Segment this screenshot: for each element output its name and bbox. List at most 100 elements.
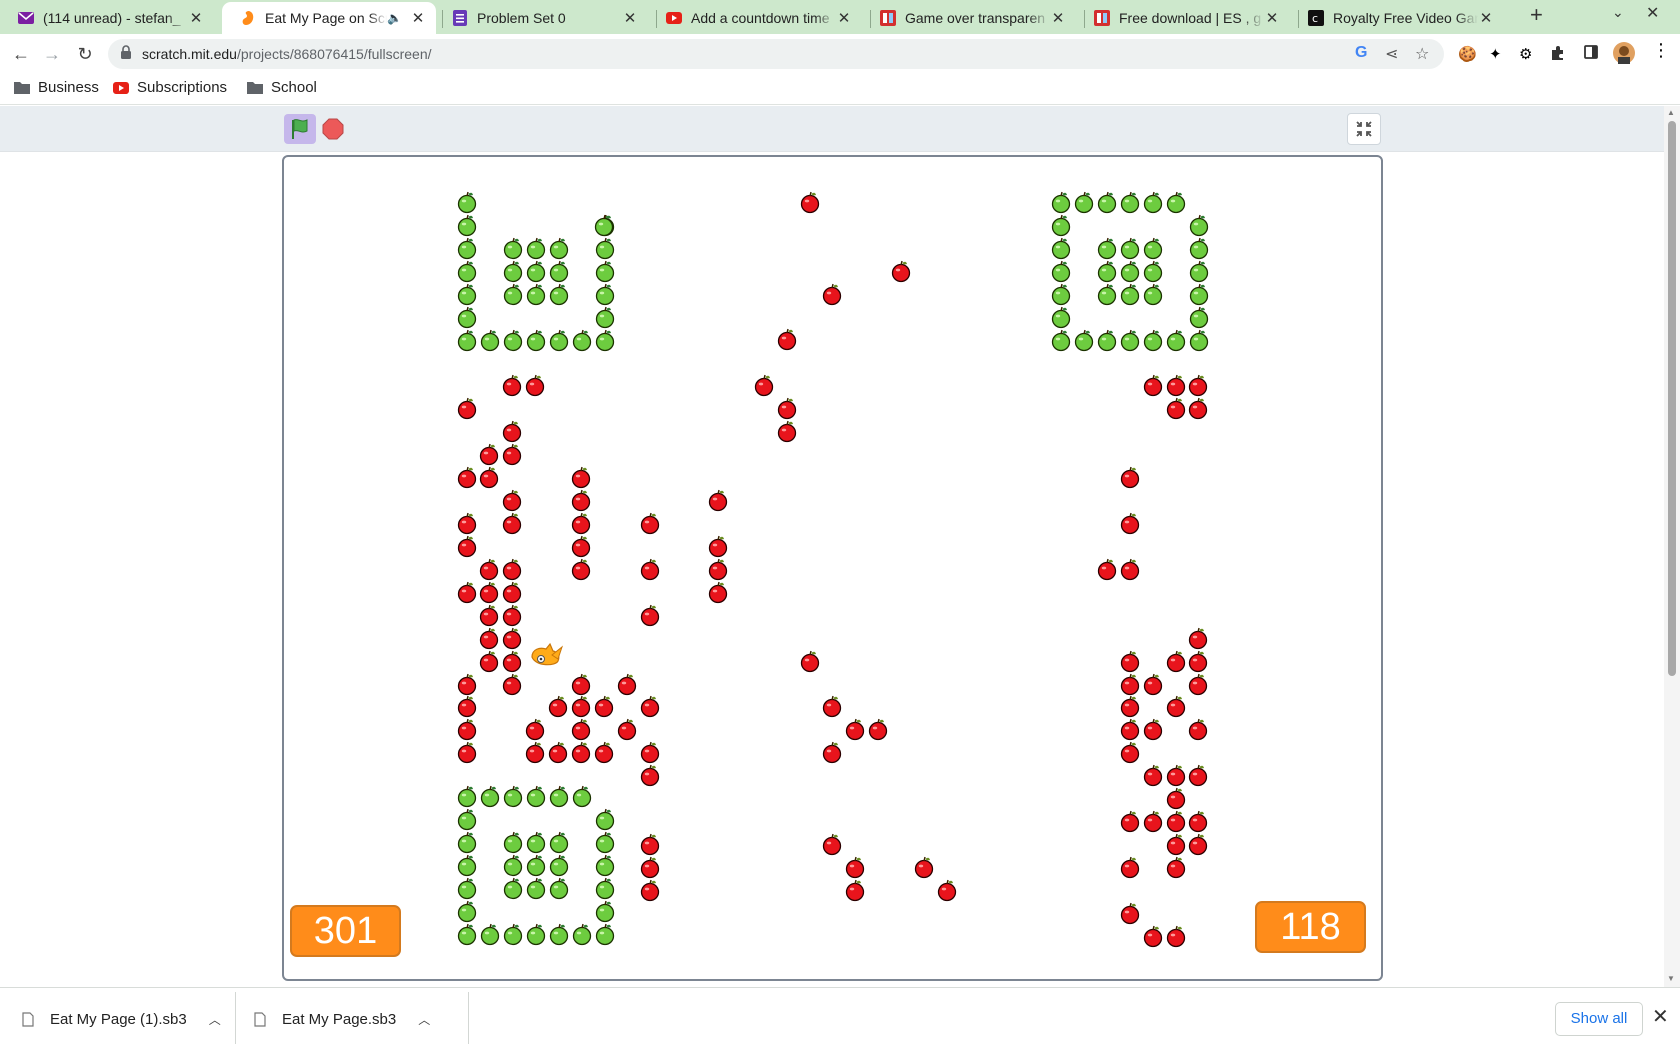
green-apple <box>595 237 615 260</box>
tab-title: Add a countdown time <box>691 10 830 26</box>
close-icon[interactable]: ✕ <box>836 9 852 27</box>
tab-search-chevron-icon[interactable]: ⌄ <box>1612 4 1624 21</box>
green-apple <box>595 831 615 854</box>
bookmark-school[interactable]: School <box>247 79 317 96</box>
red-apple <box>1143 810 1163 833</box>
close-icon[interactable]: ✕ <box>1264 9 1280 27</box>
red-apple <box>1188 833 1208 856</box>
tab-free-download[interactable]: Free download | ES , g ✕ <box>1076 2 1290 34</box>
back-icon[interactable]: ← <box>9 42 33 66</box>
tab-title: Royalty Free Video Gar <box>1333 10 1478 26</box>
red-apple <box>1143 718 1163 741</box>
scroll-up-icon[interactable]: ▲ <box>1667 108 1675 117</box>
green-flag-icon <box>292 119 308 139</box>
tab-youtube[interactable]: Add a countdown time ✕ <box>648 2 862 34</box>
red-apple <box>1188 810 1208 833</box>
bookmark-subscriptions[interactable]: Subscriptions <box>113 79 227 96</box>
red-apple <box>1166 695 1186 718</box>
image-site-icon <box>880 10 896 26</box>
close-icon[interactable]: ✕ <box>188 9 204 27</box>
google-lens-icon[interactable]: G <box>1355 44 1367 62</box>
scrollbar-thumb[interactable] <box>1668 121 1676 676</box>
lock-icon[interactable] <box>120 45 132 64</box>
red-apple <box>1166 925 1186 948</box>
url-text[interactable]: scratch.mit.edu/projects/868076415/fulls… <box>142 46 432 62</box>
stop-button[interactable] <box>322 118 344 140</box>
tab-strip: (114 unread) - stefan_ ✕ Eat My Page on … <box>0 0 1680 34</box>
green-flag-button[interactable] <box>284 114 316 144</box>
red-apple <box>571 718 591 741</box>
close-icon[interactable]: ✕ <box>622 9 638 27</box>
tab-problem-set[interactable]: Problem Set 0 ✕ <box>434 2 648 34</box>
red-apple <box>571 512 591 535</box>
red-apple <box>754 374 774 397</box>
bookmark-star-icon[interactable]: ☆ <box>1415 44 1429 64</box>
exit-fullscreen-button[interactable] <box>1347 113 1381 145</box>
red-apple <box>1188 673 1208 696</box>
settings-extension-icon[interactable]: ⚙ <box>1519 45 1532 63</box>
red-apple <box>502 650 522 673</box>
scratch-icon <box>240 10 256 26</box>
green-apple <box>549 237 569 260</box>
red-apple <box>1166 374 1186 397</box>
red-apple <box>502 581 522 604</box>
side-panel-icon[interactable] <box>1584 45 1598 63</box>
red-apple <box>914 856 934 879</box>
green-apple <box>1189 283 1209 306</box>
chevron-up-icon[interactable]: ︿ <box>418 1011 430 1028</box>
download-item[interactable]: Eat My Page.sb3 ︿ <box>254 988 430 1051</box>
red-apple <box>1143 925 1163 948</box>
new-tab-button[interactable]: + <box>1530 2 1543 28</box>
close-icon[interactable]: ✕ <box>1050 9 1066 27</box>
chevron-up-icon[interactable]: ︿ <box>209 1011 221 1028</box>
download-item[interactable]: Eat My Page (1).sb3 ︿ <box>22 988 221 1051</box>
close-window-icon[interactable]: ✕ <box>1646 3 1659 23</box>
bookmark-business[interactable]: Business <box>14 79 99 96</box>
tab-gmail[interactable]: (114 unread) - stefan_ ✕ <box>0 2 214 34</box>
red-apple <box>1166 397 1186 420</box>
red-apple <box>457 718 477 741</box>
forms-icon <box>452 10 468 26</box>
red-apple <box>1188 718 1208 741</box>
puzzle-extensions-icon[interactable] <box>1550 45 1566 65</box>
green-apple <box>503 785 523 808</box>
green-apple <box>595 854 615 877</box>
green-apple <box>457 923 477 946</box>
close-icon[interactable]: ✕ <box>1478 9 1494 27</box>
green-apple <box>1189 237 1209 260</box>
reload-icon[interactable]: ↻ <box>73 42 97 66</box>
page-scrollbar[interactable]: ▲ ▼ <box>1664 106 1680 987</box>
show-all-button[interactable]: Show all <box>1555 1002 1643 1036</box>
scroll-down-icon[interactable]: ▼ <box>1667 974 1675 983</box>
red-apple <box>822 833 842 856</box>
file-icon <box>254 1012 266 1027</box>
scratch-stage[interactable]: 301 118 <box>282 155 1383 981</box>
tab-scratch[interactable]: Eat My Page on Scr 🔈 ✕ <box>222 2 436 34</box>
green-apple <box>572 785 592 808</box>
red-apple <box>502 489 522 512</box>
tab-royalty-free[interactable]: c Royalty Free Video Gar ✕ <box>1290 2 1504 34</box>
cookie-extension-icon[interactable]: 🍪 <box>1458 45 1477 63</box>
red-apple <box>525 718 545 741</box>
share-icon[interactable]: ⋖ <box>1385 44 1398 64</box>
forward-icon[interactable]: → <box>40 42 64 66</box>
score-display-left: 301 <box>290 905 401 957</box>
green-apple <box>526 854 546 877</box>
tab-game-over[interactable]: Game over transparen ✕ <box>862 2 1076 34</box>
green-apple <box>457 785 477 808</box>
speaker-icon[interactable]: 🔈 <box>387 11 402 25</box>
green-apple <box>457 329 477 352</box>
red-apple <box>1120 512 1140 535</box>
extension-icon[interactable]: ✦ <box>1489 45 1502 63</box>
menu-icon[interactable]: ⋮ <box>1652 40 1670 61</box>
green-apple <box>457 877 477 900</box>
green-apple <box>503 237 523 260</box>
red-apple <box>845 879 865 902</box>
svg-text:c: c <box>1312 12 1318 25</box>
avatar[interactable] <box>1613 42 1635 68</box>
address-bar[interactable]: scratch.mit.edu/projects/868076415/fulls… <box>108 39 1444 69</box>
close-icon[interactable]: ✕ <box>410 9 426 27</box>
green-apple <box>595 306 615 329</box>
close-icon[interactable]: ✕ <box>1652 1004 1669 1029</box>
green-apple <box>549 329 569 352</box>
